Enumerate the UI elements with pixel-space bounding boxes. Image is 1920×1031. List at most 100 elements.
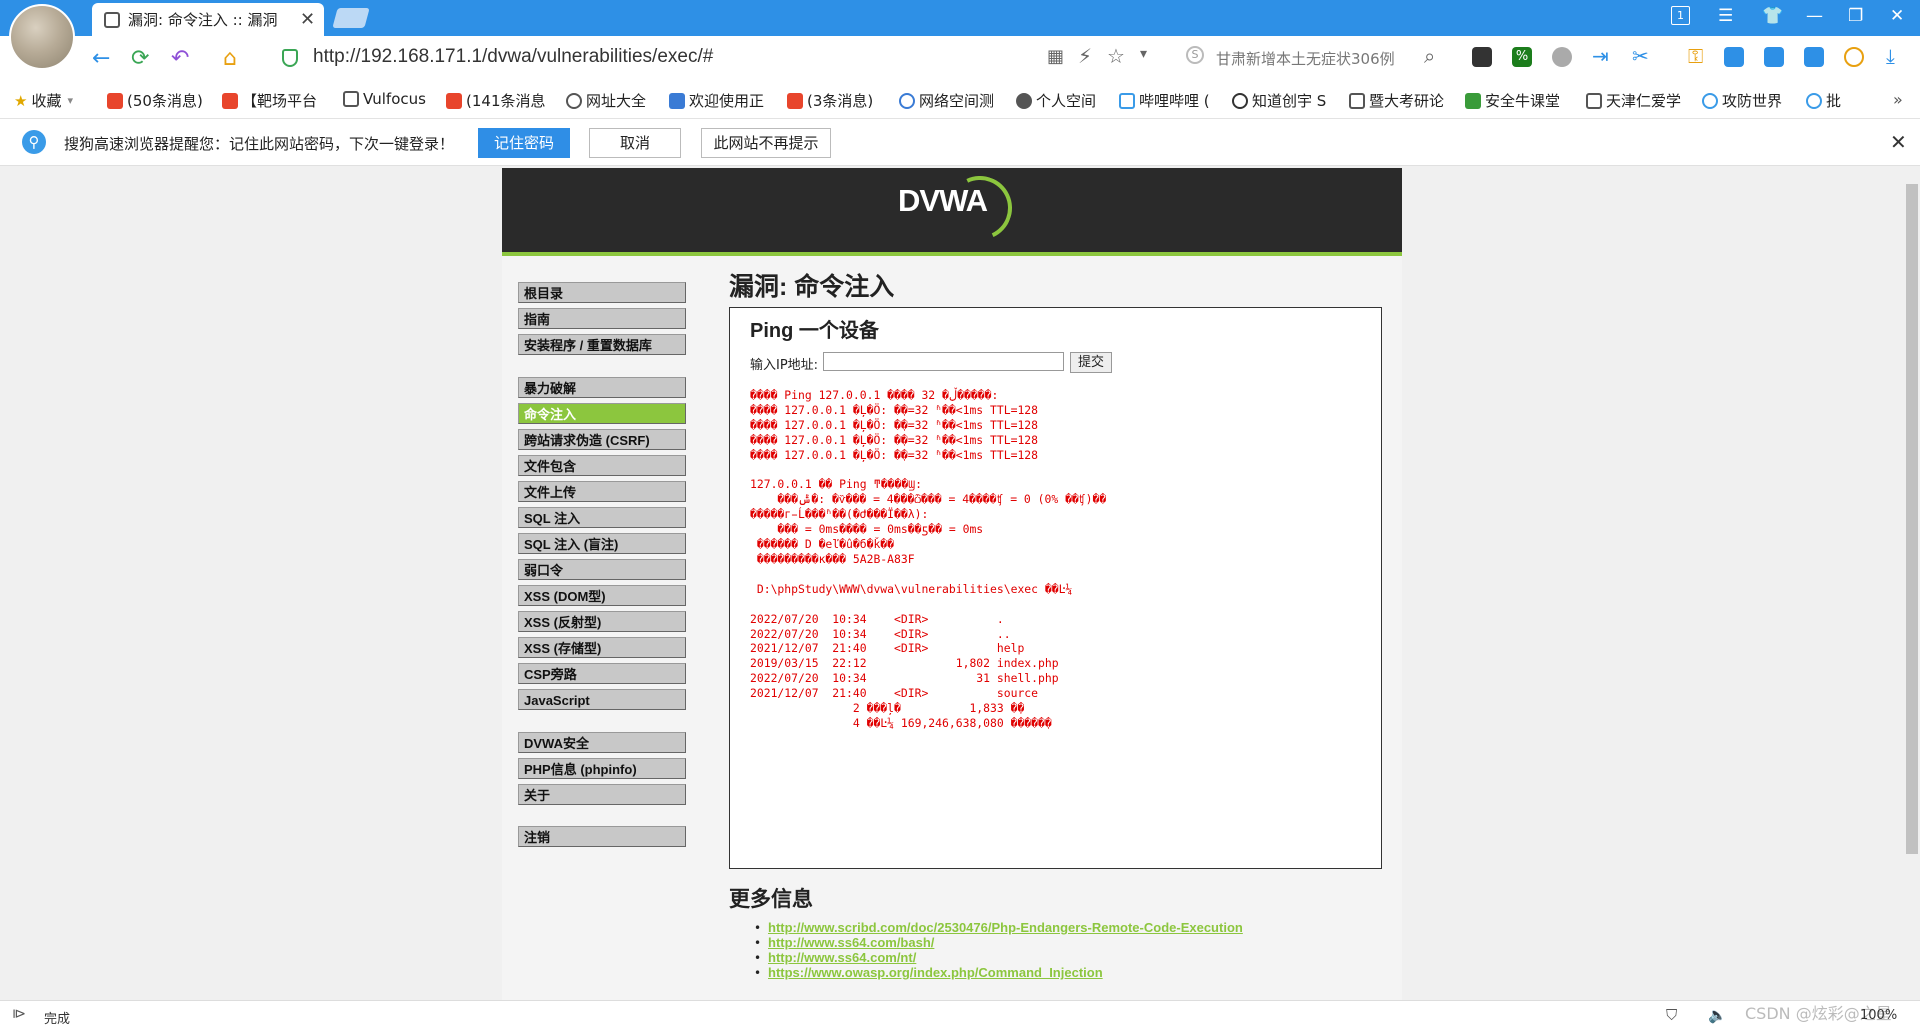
info-link-2[interactable]: http://www.ss64.com/bash/	[768, 935, 934, 950]
url-text[interactable]: http://192.168.171.1/dvwa/vulnerabilitie…	[313, 46, 713, 68]
menu-item-xss-reflected[interactable]: XSS (反射型)	[518, 611, 686, 632]
submit-button[interactable]: 提交	[1070, 352, 1112, 373]
key-icon[interactable]: ⚿	[1688, 44, 1703, 68]
shield-check-icon[interactable]	[1804, 47, 1824, 67]
status-bar	[0, 1000, 1920, 1031]
menu-item-weak-password[interactable]: 弱口令	[518, 559, 686, 580]
menu-item-logout[interactable]: 注销	[518, 826, 686, 847]
extension-percent-icon[interactable]: %	[1512, 47, 1532, 67]
bookmark-6[interactable]: 欢迎使用正	[669, 90, 764, 111]
menu-item-xss-stored[interactable]: XSS (存储型)	[518, 637, 686, 658]
window-badge-icon[interactable]: 1	[1671, 6, 1690, 25]
search-engine-icon[interactable]: S	[1186, 46, 1204, 64]
scrollbar-thumb[interactable]	[1906, 184, 1918, 854]
scissors-icon[interactable]: ✂	[1632, 44, 1649, 68]
info-link-1[interactable]: http://www.scribd.com/doc/2530476/Php-En…	[768, 920, 1243, 935]
notice-text: 搜狗高速浏览器提醒您：记住此网站密码，下次一键登录！	[64, 135, 455, 153]
remember-password-button[interactable]: 记住密码	[478, 128, 570, 158]
menu-item-file-inclusion[interactable]: 文件包含	[518, 455, 686, 476]
dvwa-logo: DVWA	[898, 183, 988, 218]
menu-item-sqli[interactable]: SQL 注入	[518, 507, 686, 528]
lightning-icon[interactable]: ⚡	[1078, 44, 1092, 68]
qr-icon[interactable]: ▦	[1047, 46, 1064, 67]
bookmark-15[interactable]: 攻防世界	[1702, 90, 1782, 111]
search-input[interactable]: 甘肃新增本土无症状306例	[1216, 48, 1395, 69]
menu-item-setup[interactable]: 安装程序 / 重置数据库	[518, 334, 686, 355]
security-icon[interactable]: ⛉	[1666, 1006, 1677, 1024]
menu-item-csrf[interactable]: 跨站请求伪造 (CSRF)	[518, 429, 686, 450]
star-bookmark-icon: ★	[14, 91, 28, 110]
bookmark-11[interactable]: 知道创宇 S	[1232, 90, 1326, 111]
menu-item-home[interactable]: 根目录	[518, 282, 686, 303]
chevron-down-icon[interactable]: ▾	[1140, 46, 1147, 62]
info-link-3[interactable]: http://www.ss64.com/nt/	[768, 950, 916, 965]
bookmark-1[interactable]: (50条消息)	[107, 90, 203, 111]
knownsec-icon	[1232, 92, 1248, 109]
undo-close-icon[interactable]: ↶	[171, 46, 189, 71]
menu-icon[interactable]: ☰	[1718, 6, 1733, 26]
speaker-icon[interactable]: 🔈	[1708, 1006, 1727, 1024]
bookmark-14[interactable]: 天津仁爱学	[1586, 90, 1681, 111]
bookmark-9[interactable]: 个人空间	[1016, 90, 1096, 111]
sidebar-toggle-icon[interactable]: ⧐	[12, 1006, 26, 1022]
close-window-icon[interactable]: ✕	[1890, 6, 1904, 26]
bookmark-13[interactable]: 安全牛课堂	[1465, 90, 1560, 111]
restore-icon[interactable]: ❐	[1848, 6, 1863, 26]
bookmark-12[interactable]: 暨大考研论	[1349, 90, 1444, 111]
menu-item-brute-force[interactable]: 暴力破解	[518, 377, 686, 398]
shield-icon	[1465, 92, 1481, 109]
bookmark-7[interactable]: (3条消息)	[787, 90, 873, 111]
page-icon	[343, 91, 359, 107]
back-icon[interactable]: ←	[92, 46, 110, 71]
bookmark-3[interactable]: Vulfocus	[343, 90, 426, 108]
bullet-icon: •	[754, 951, 762, 965]
more-bookmarks-icon[interactable]: »	[1893, 90, 1903, 109]
tab-active[interactable]: 漏洞: 命令注入 :: 漏洞 ✕	[92, 3, 324, 36]
info-link-4[interactable]: https://www.owasp.org/index.php/Command_…	[768, 965, 1103, 980]
bookmark-0[interactable]: ★ 收藏 ▾	[14, 90, 73, 111]
home-icon[interactable]: ⌂	[223, 46, 237, 71]
emoji-icon[interactable]	[1844, 47, 1864, 67]
bullet-icon: •	[754, 966, 762, 980]
menu-item-file-upload[interactable]: 文件上传	[518, 481, 686, 502]
star-icon[interactable]: ☆	[1107, 44, 1125, 68]
bookmark-4[interactable]: (141条消息	[446, 90, 545, 111]
extension-globe-icon[interactable]	[1552, 47, 1572, 67]
extension-game-icon[interactable]	[1472, 47, 1492, 67]
network-icon	[899, 92, 915, 109]
bullet-icon: •	[754, 936, 762, 950]
bookmark-16[interactable]: 批	[1806, 90, 1841, 111]
avatar[interactable]	[9, 4, 75, 70]
close-icon[interactable]: ✕	[1890, 130, 1907, 154]
bookmark-8[interactable]: 网络空间测	[899, 90, 994, 111]
page-favicon-icon	[104, 11, 120, 28]
menu-item-command-injection[interactable]: 命令注入	[518, 403, 686, 424]
menu-item-about[interactable]: 关于	[518, 784, 686, 805]
search-icon[interactable]: ⌕	[1424, 44, 1435, 68]
cancel-button[interactable]: 取消	[589, 128, 681, 158]
menu-item-security[interactable]: DVWA安全	[518, 732, 686, 753]
zoom-level[interactable]: 100%	[1860, 1008, 1897, 1023]
bookmark-5[interactable]: 网址大全	[566, 90, 646, 111]
new-tab-button[interactable]	[332, 8, 370, 28]
screenshot-icon[interactable]	[1764, 47, 1784, 67]
cube-icon	[669, 92, 685, 109]
menu-item-phpinfo[interactable]: PHP信息 (phpinfo)	[518, 758, 686, 779]
bookmark-10[interactable]: 哔哩哔哩 (	[1119, 90, 1210, 111]
menu-item-sqli-blind[interactable]: SQL 注入 (盲注)	[518, 533, 686, 554]
translate-icon[interactable]	[1724, 47, 1744, 67]
minimize-icon[interactable]: —	[1806, 6, 1823, 26]
reload-icon[interactable]: ⟳	[131, 46, 149, 71]
csdn-icon	[107, 92, 123, 109]
extension-login-icon[interactable]: ⇥	[1592, 44, 1609, 68]
menu-item-xss-dom[interactable]: XSS (DOM型)	[518, 585, 686, 606]
ip-input[interactable]	[823, 352, 1064, 371]
menu-item-instructions[interactable]: 指南	[518, 308, 686, 329]
tab-close-icon[interactable]: ✕	[300, 9, 315, 30]
never-remind-button[interactable]: 此网站不再提示	[701, 128, 831, 158]
skin-icon[interactable]: 👕	[1762, 6, 1783, 26]
menu-item-csp[interactable]: CSP旁路	[518, 663, 686, 684]
bookmark-2[interactable]: 【靶场平台	[222, 90, 317, 111]
download-icon[interactable]: ⤓	[1886, 44, 1895, 68]
menu-item-javascript[interactable]: JavaScript	[518, 689, 686, 710]
